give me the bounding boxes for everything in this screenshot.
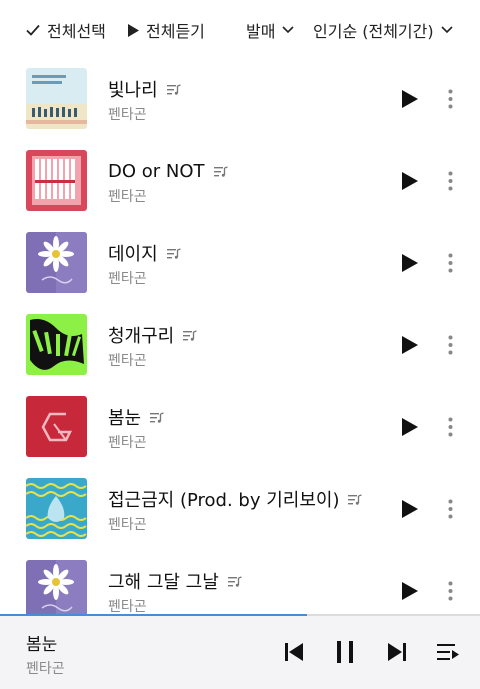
more-vertical-icon — [448, 417, 453, 437]
song-row[interactable]: 접근금지 (Prod. by 기리보이) 펜타곤 — [0, 467, 480, 549]
thumbs-up-album-cover[interactable] — [26, 314, 87, 375]
song-title-line: 접근금지 (Prod. by 기리보이) — [108, 486, 363, 512]
song-row[interactable]: 청개구리 펜타곤 — [0, 303, 480, 385]
more-vertical-icon — [448, 253, 453, 273]
play-icon — [402, 500, 418, 518]
lyrics-icon[interactable] — [166, 247, 181, 259]
play-icon — [402, 582, 418, 600]
daisy-album-cover[interactable] — [26, 560, 87, 614]
song-title[interactable]: 접근금지 (Prod. by 기리보이) — [108, 486, 339, 512]
lyrics-icon[interactable] — [166, 83, 181, 95]
song-artist[interactable]: 펜타곤 — [108, 186, 147, 206]
lyrics-icon[interactable] — [183, 329, 197, 341]
chevron-down-icon — [282, 26, 295, 34]
song-title[interactable]: 데이지 — [108, 240, 158, 266]
pause-button[interactable] — [333, 638, 357, 666]
song-more-button[interactable] — [444, 169, 456, 193]
song-row[interactable]: 그해 그달 그날펜타곤 — [0, 549, 480, 614]
song-play-button[interactable] — [401, 171, 419, 191]
lyrics-icon[interactable] — [150, 411, 164, 423]
release-filter-label: 발매 — [246, 22, 276, 41]
more-vertical-icon — [448, 335, 453, 355]
more-vertical-icon — [448, 581, 453, 601]
song-play-button[interactable] — [401, 417, 419, 437]
daisy-album-cover[interactable] — [26, 232, 87, 293]
now-playing-title: 봄눈 — [26, 635, 58, 655]
song-artist[interactable]: 펜타곤 — [108, 268, 147, 288]
play-icon — [402, 254, 418, 272]
lyrics-icon[interactable] — [213, 165, 228, 177]
song-play-button[interactable] — [401, 499, 419, 519]
lyrics-icon[interactable] — [348, 493, 363, 505]
previous-button[interactable] — [283, 640, 305, 664]
song-title-line: 데이지 — [108, 240, 181, 266]
song-artist[interactable]: 펜타곤 — [108, 104, 147, 124]
pause-icon — [337, 641, 353, 663]
song-artist[interactable]: 펜타곤 — [108, 350, 147, 370]
song-more-button[interactable] — [444, 333, 456, 357]
skip-next-icon — [388, 643, 406, 661]
play-icon — [402, 172, 418, 190]
play-icon — [128, 23, 139, 37]
song-row[interactable]: DO or NOT 펜타곤 — [0, 139, 480, 221]
skip-previous-icon — [285, 643, 303, 661]
playlist-button[interactable] — [436, 641, 460, 663]
song-play-button[interactable] — [401, 581, 419, 601]
song-title[interactable]: DO or NOT — [108, 161, 205, 182]
song-title[interactable]: 그해 그달 그날 — [108, 568, 219, 594]
song-title[interactable]: 빛나리 — [108, 76, 158, 102]
song-artist[interactable]: 펜타곤 — [108, 432, 147, 452]
song-title-line: 청개구리 — [108, 322, 197, 348]
more-vertical-icon — [448, 499, 453, 519]
now-playing-artist: 펜타곤 — [26, 661, 65, 677]
play-icon — [402, 90, 418, 108]
song-play-button[interactable] — [401, 335, 419, 355]
progress-fill — [0, 614, 308, 616]
play-all-button[interactable]: 전체듣기 — [128, 18, 205, 42]
list-toolbar: 전체선택 전체듣기 발매 인기순 (전체기간) — [0, 0, 480, 60]
check-icon — [26, 24, 40, 36]
song-artist[interactable]: 펜타곤 — [108, 514, 147, 534]
song-play-button[interactable] — [401, 253, 419, 273]
pink-album-cover[interactable] — [26, 150, 87, 211]
song-title-line: 그해 그달 그날 — [108, 568, 242, 594]
select-all-button[interactable]: 전체선택 — [26, 18, 106, 42]
release-filter-dropdown[interactable]: 발매 — [246, 18, 295, 42]
song-artist[interactable]: 펜타곤 — [108, 596, 147, 614]
song-title-line: 봄눈 — [108, 404, 164, 430]
song-title-line: 빛나리 — [108, 76, 181, 102]
next-button[interactable] — [386, 640, 408, 664]
song-play-button[interactable] — [401, 89, 419, 109]
sort-dropdown[interactable]: 인기순 (전체기간) — [313, 18, 453, 42]
song-more-button[interactable] — [444, 497, 456, 521]
mini-player[interactable]: 봄눈 펜타곤 — [0, 614, 480, 689]
song-title-line: DO or NOT — [108, 158, 228, 184]
lyrics-icon[interactable] — [227, 575, 242, 587]
progress-bar[interactable] — [0, 614, 480, 616]
chevron-down-icon — [441, 26, 453, 34]
song-title[interactable]: 청개구리 — [108, 322, 174, 348]
more-vertical-icon — [448, 171, 453, 191]
sort-label: 인기순 (전체기간) — [313, 22, 434, 41]
song-list: 빛나리 펜타곤 DO or NOT 펜타곤 데이지 펜타곤 청개구리 펜타곤 봄눈 펜타곤 접근금지… — [0, 57, 480, 614]
playlist-icon — [437, 644, 459, 660]
song-more-button[interactable] — [444, 415, 456, 439]
song-row[interactable]: 봄눈 펜타곤 — [0, 385, 480, 467]
positive-album-cover[interactable] — [26, 68, 87, 129]
song-row[interactable]: 빛나리 펜타곤 — [0, 57, 480, 139]
play-icon — [402, 418, 418, 436]
song-more-button[interactable] — [444, 579, 456, 603]
wave-album-cover[interactable] — [26, 478, 87, 539]
song-more-button[interactable] — [444, 251, 456, 275]
song-title[interactable]: 봄눈 — [108, 404, 141, 430]
more-vertical-icon — [448, 89, 453, 109]
song-row[interactable]: 데이지 펜타곤 — [0, 221, 480, 303]
song-more-button[interactable] — [444, 87, 456, 111]
select-all-label: 전체선택 — [47, 22, 106, 41]
red-logo-album-cover[interactable] — [26, 396, 87, 457]
play-all-label: 전체듣기 — [146, 22, 205, 41]
play-icon — [402, 336, 418, 354]
